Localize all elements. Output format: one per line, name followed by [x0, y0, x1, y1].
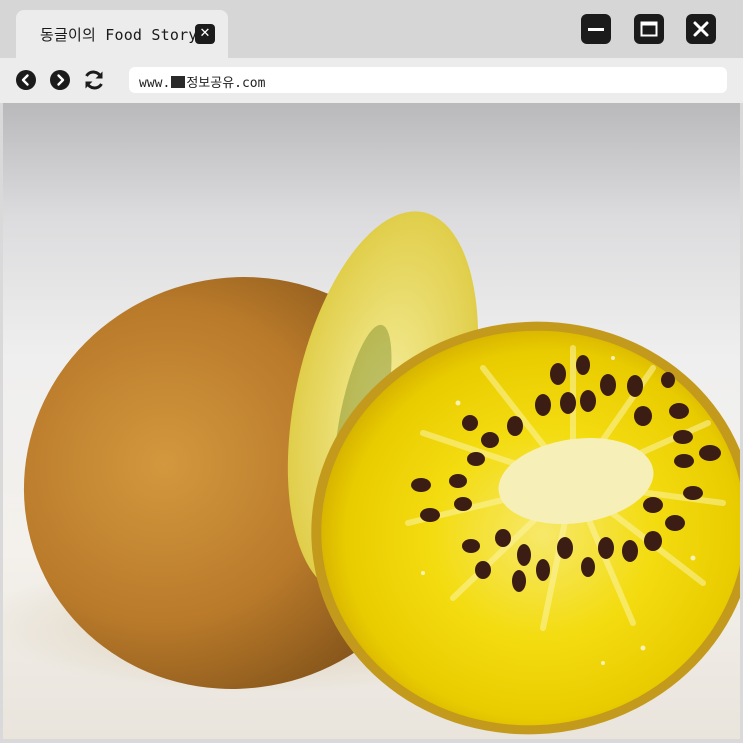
close-icon: [693, 21, 709, 37]
maximize-icon: [640, 21, 658, 37]
redacted-block: [171, 76, 186, 88]
maximize-button[interactable]: [634, 14, 664, 44]
tab-close-icon[interactable]: ✕: [195, 24, 215, 44]
url-prefix: www.: [139, 76, 171, 91]
chevron-left-icon: [21, 74, 29, 86]
back-button[interactable]: [16, 70, 36, 90]
page-content: [3, 103, 740, 739]
reload-icon: [85, 70, 103, 90]
tab-title: 동글이의 Food Story: [40, 26, 198, 44]
close-window-button[interactable]: [686, 14, 716, 44]
tab-active[interactable]: 동글이의 Food Story ✕: [16, 10, 228, 58]
minimize-button[interactable]: [581, 14, 611, 44]
address-bar[interactable]: www. 정보공유.com: [129, 67, 727, 93]
kiwi-photo: [3, 211, 740, 735]
url-domain: 정보공유.com: [186, 76, 266, 91]
url-text: www. 정보공유.com: [139, 72, 265, 91]
tab-strip: 동글이의 Food Story ✕: [0, 0, 743, 58]
reload-button[interactable]: [82, 68, 106, 92]
forward-button[interactable]: [50, 70, 70, 90]
browser-window: 동글이의 Food Story ✕ www. 정보공유.com: [0, 0, 743, 743]
chevron-right-icon: [57, 74, 65, 86]
minimize-icon: [588, 28, 604, 31]
navigation-bar: www. 정보공유.com: [0, 58, 743, 103]
